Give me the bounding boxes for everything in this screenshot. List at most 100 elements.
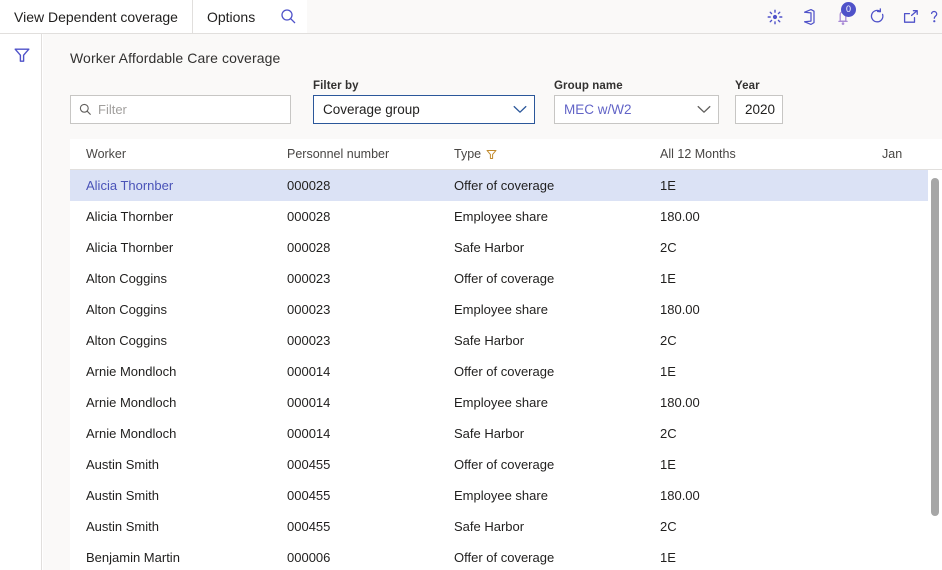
column-header-personnel-number[interactable]: Personnel number: [287, 147, 454, 161]
grid-body: Alicia Thornber 000028 Offer of coverage 1E…: [70, 170, 942, 570]
settings-gear-button[interactable]: [758, 0, 792, 33]
cell-worker: Alicia Thornber: [86, 209, 174, 224]
cell-personnel-number: 000023: [287, 302, 331, 317]
open-in-new-window-button[interactable]: [894, 0, 928, 33]
search-icon: [280, 8, 297, 25]
table-row[interactable]: Alicia Thornber 000028 Offer of coverage 1E: [70, 170, 942, 201]
notifications-button[interactable]: 0: [826, 0, 860, 33]
search-button[interactable]: [269, 0, 308, 33]
cell-type: Safe Harbor: [454, 333, 525, 348]
cell-worker: Alton Coggins: [86, 333, 167, 348]
cell-all-12-months: 180.00: [660, 488, 700, 503]
office-icon: [800, 8, 818, 26]
cell-all-12-months: 2C: [660, 333, 677, 348]
table-row[interactable]: Alton Coggins 000023 Offer of coverage 1E: [70, 263, 942, 294]
year-label: Year: [735, 80, 760, 92]
help-icon: [928, 9, 940, 25]
table-row[interactable]: Benjamin Martin 000006 Offer of coverage 1E: [70, 542, 942, 570]
tab-options-label: Options: [206, 8, 256, 25]
grid-header-row: Worker Personnel number Type All 12 Mont…: [70, 139, 942, 170]
popout-icon: [902, 9, 920, 25]
cell-worker: Alicia Thornber: [86, 240, 174, 255]
search-icon: [79, 103, 92, 116]
group-name-select[interactable]: MEC w/W2: [554, 95, 719, 124]
cell-type: Offer of coverage: [454, 457, 555, 472]
filter-toolbar: Filter Filter by Coverage group Group na…: [43, 66, 942, 124]
cell-all-12-months: 1E: [660, 178, 676, 193]
filter-by-select[interactable]: Coverage group: [313, 95, 535, 124]
table-row[interactable]: Austin Smith 000455 Offer of coverage 1E: [70, 449, 942, 480]
tab-view-dependent-coverage-label: View Dependent coverage: [14, 8, 178, 25]
table-row[interactable]: Alton Coggins 000023 Employee share 180.00: [70, 294, 942, 325]
refresh-button[interactable]: [860, 0, 894, 33]
column-header-worker[interactable]: Worker: [70, 147, 287, 161]
tab-view-dependent-coverage[interactable]: View Dependent coverage: [0, 0, 193, 33]
cell-type: Offer of coverage: [454, 550, 555, 565]
table-row[interactable]: Alton Coggins 000023 Safe Harbor 2C: [70, 325, 942, 356]
quick-filter-field: Filter: [70, 95, 291, 124]
table-row[interactable]: Arnie Mondloch 000014 Offer of coverage 1E: [70, 356, 942, 387]
cell-all-12-months: 1E: [660, 271, 676, 286]
cell-personnel-number: 000028: [287, 240, 331, 255]
cell-worker: Benjamin Martin: [86, 550, 180, 565]
cell-worker: Austin Smith: [86, 488, 159, 503]
main-content: Worker Affordable Care coverage Filter F…: [43, 34, 942, 570]
cell-personnel-number: 000014: [287, 426, 331, 441]
help-button[interactable]: [928, 0, 940, 33]
cell-all-12-months: 2C: [660, 240, 677, 255]
filter-by-value: Coverage group: [323, 102, 420, 117]
cell-type: Safe Harbor: [454, 426, 525, 441]
column-filter-applied-icon: [486, 149, 497, 160]
tab-options[interactable]: Options: [192, 0, 270, 33]
column-header-jan-label: Jan: [882, 147, 903, 161]
cell-all-12-months: 180.00: [660, 302, 700, 317]
office-app-launcher-button[interactable]: [792, 0, 826, 33]
cell-personnel-number: 000006: [287, 550, 331, 565]
cell-personnel-number: 000014: [287, 395, 331, 410]
chevron-down-icon: [513, 105, 527, 114]
coverage-grid: Worker Personnel number Type All 12 Mont…: [70, 139, 942, 570]
group-name-label: Group name: [554, 80, 623, 92]
filter-by-label: Filter by: [313, 80, 359, 92]
cell-all-12-months: 180.00: [660, 395, 700, 410]
table-row[interactable]: Arnie Mondloch 000014 Safe Harbor 2C: [70, 418, 942, 449]
cell-type: Employee share: [454, 302, 548, 317]
cell-personnel-number: 000028: [287, 178, 331, 193]
filter-by-field: Filter by Coverage group: [313, 80, 535, 124]
cell-worker: Alton Coggins: [86, 302, 167, 317]
page-title: Worker Affordable Care coverage: [70, 50, 281, 66]
cell-worker: Alicia Thornber: [86, 178, 174, 193]
cell-type: Offer of coverage: [454, 364, 555, 379]
table-row[interactable]: Alicia Thornber 000028 Safe Harbor 2C: [70, 232, 942, 263]
year-input[interactable]: 2020: [735, 95, 783, 124]
cell-all-12-months: 1E: [660, 550, 676, 565]
column-header-all-12-months[interactable]: All 12 Months: [660, 147, 882, 161]
cell-worker: Alton Coggins: [86, 271, 167, 286]
table-row[interactable]: Arnie Mondloch 000014 Employee share 180.00: [70, 387, 942, 418]
quick-filter-placeholder: Filter: [98, 102, 127, 117]
column-header-type[interactable]: Type: [454, 147, 660, 161]
year-field: Year 2020: [735, 80, 783, 124]
quick-filter-input[interactable]: Filter: [70, 95, 291, 124]
table-row[interactable]: Alicia Thornber 000028 Employee share 180.0…: [70, 201, 942, 232]
cell-personnel-number: 000023: [287, 271, 331, 286]
column-header-personnel-number-label: Personnel number: [287, 147, 390, 161]
cell-all-12-months: 2C: [660, 519, 677, 534]
column-header-jan[interactable]: Jan: [882, 147, 942, 161]
gear-icon: [767, 9, 783, 25]
cell-type: Safe Harbor: [454, 519, 525, 534]
cell-all-12-months: 180.00: [660, 209, 700, 224]
cell-personnel-number: 000455: [287, 488, 331, 503]
filter-pane-button[interactable]: [11, 44, 33, 66]
group-name-field: Group name MEC w/W2: [554, 80, 719, 124]
group-name-value: MEC w/W2: [564, 102, 632, 117]
cell-personnel-number: 000028: [287, 209, 331, 224]
refresh-icon: [869, 8, 886, 25]
vertical-scrollbar-thumb[interactable]: [931, 178, 939, 516]
table-row[interactable]: Austin Smith 000455 Safe Harbor 2C: [70, 511, 942, 542]
vertical-scrollbar[interactable]: [928, 170, 942, 570]
cell-type: Employee share: [454, 395, 548, 410]
top-command-bar: View Dependent coverage Options 0: [0, 0, 942, 34]
column-header-type-label: Type: [454, 147, 482, 161]
table-row[interactable]: Austin Smith 000455 Employee share 180.00: [70, 480, 942, 511]
